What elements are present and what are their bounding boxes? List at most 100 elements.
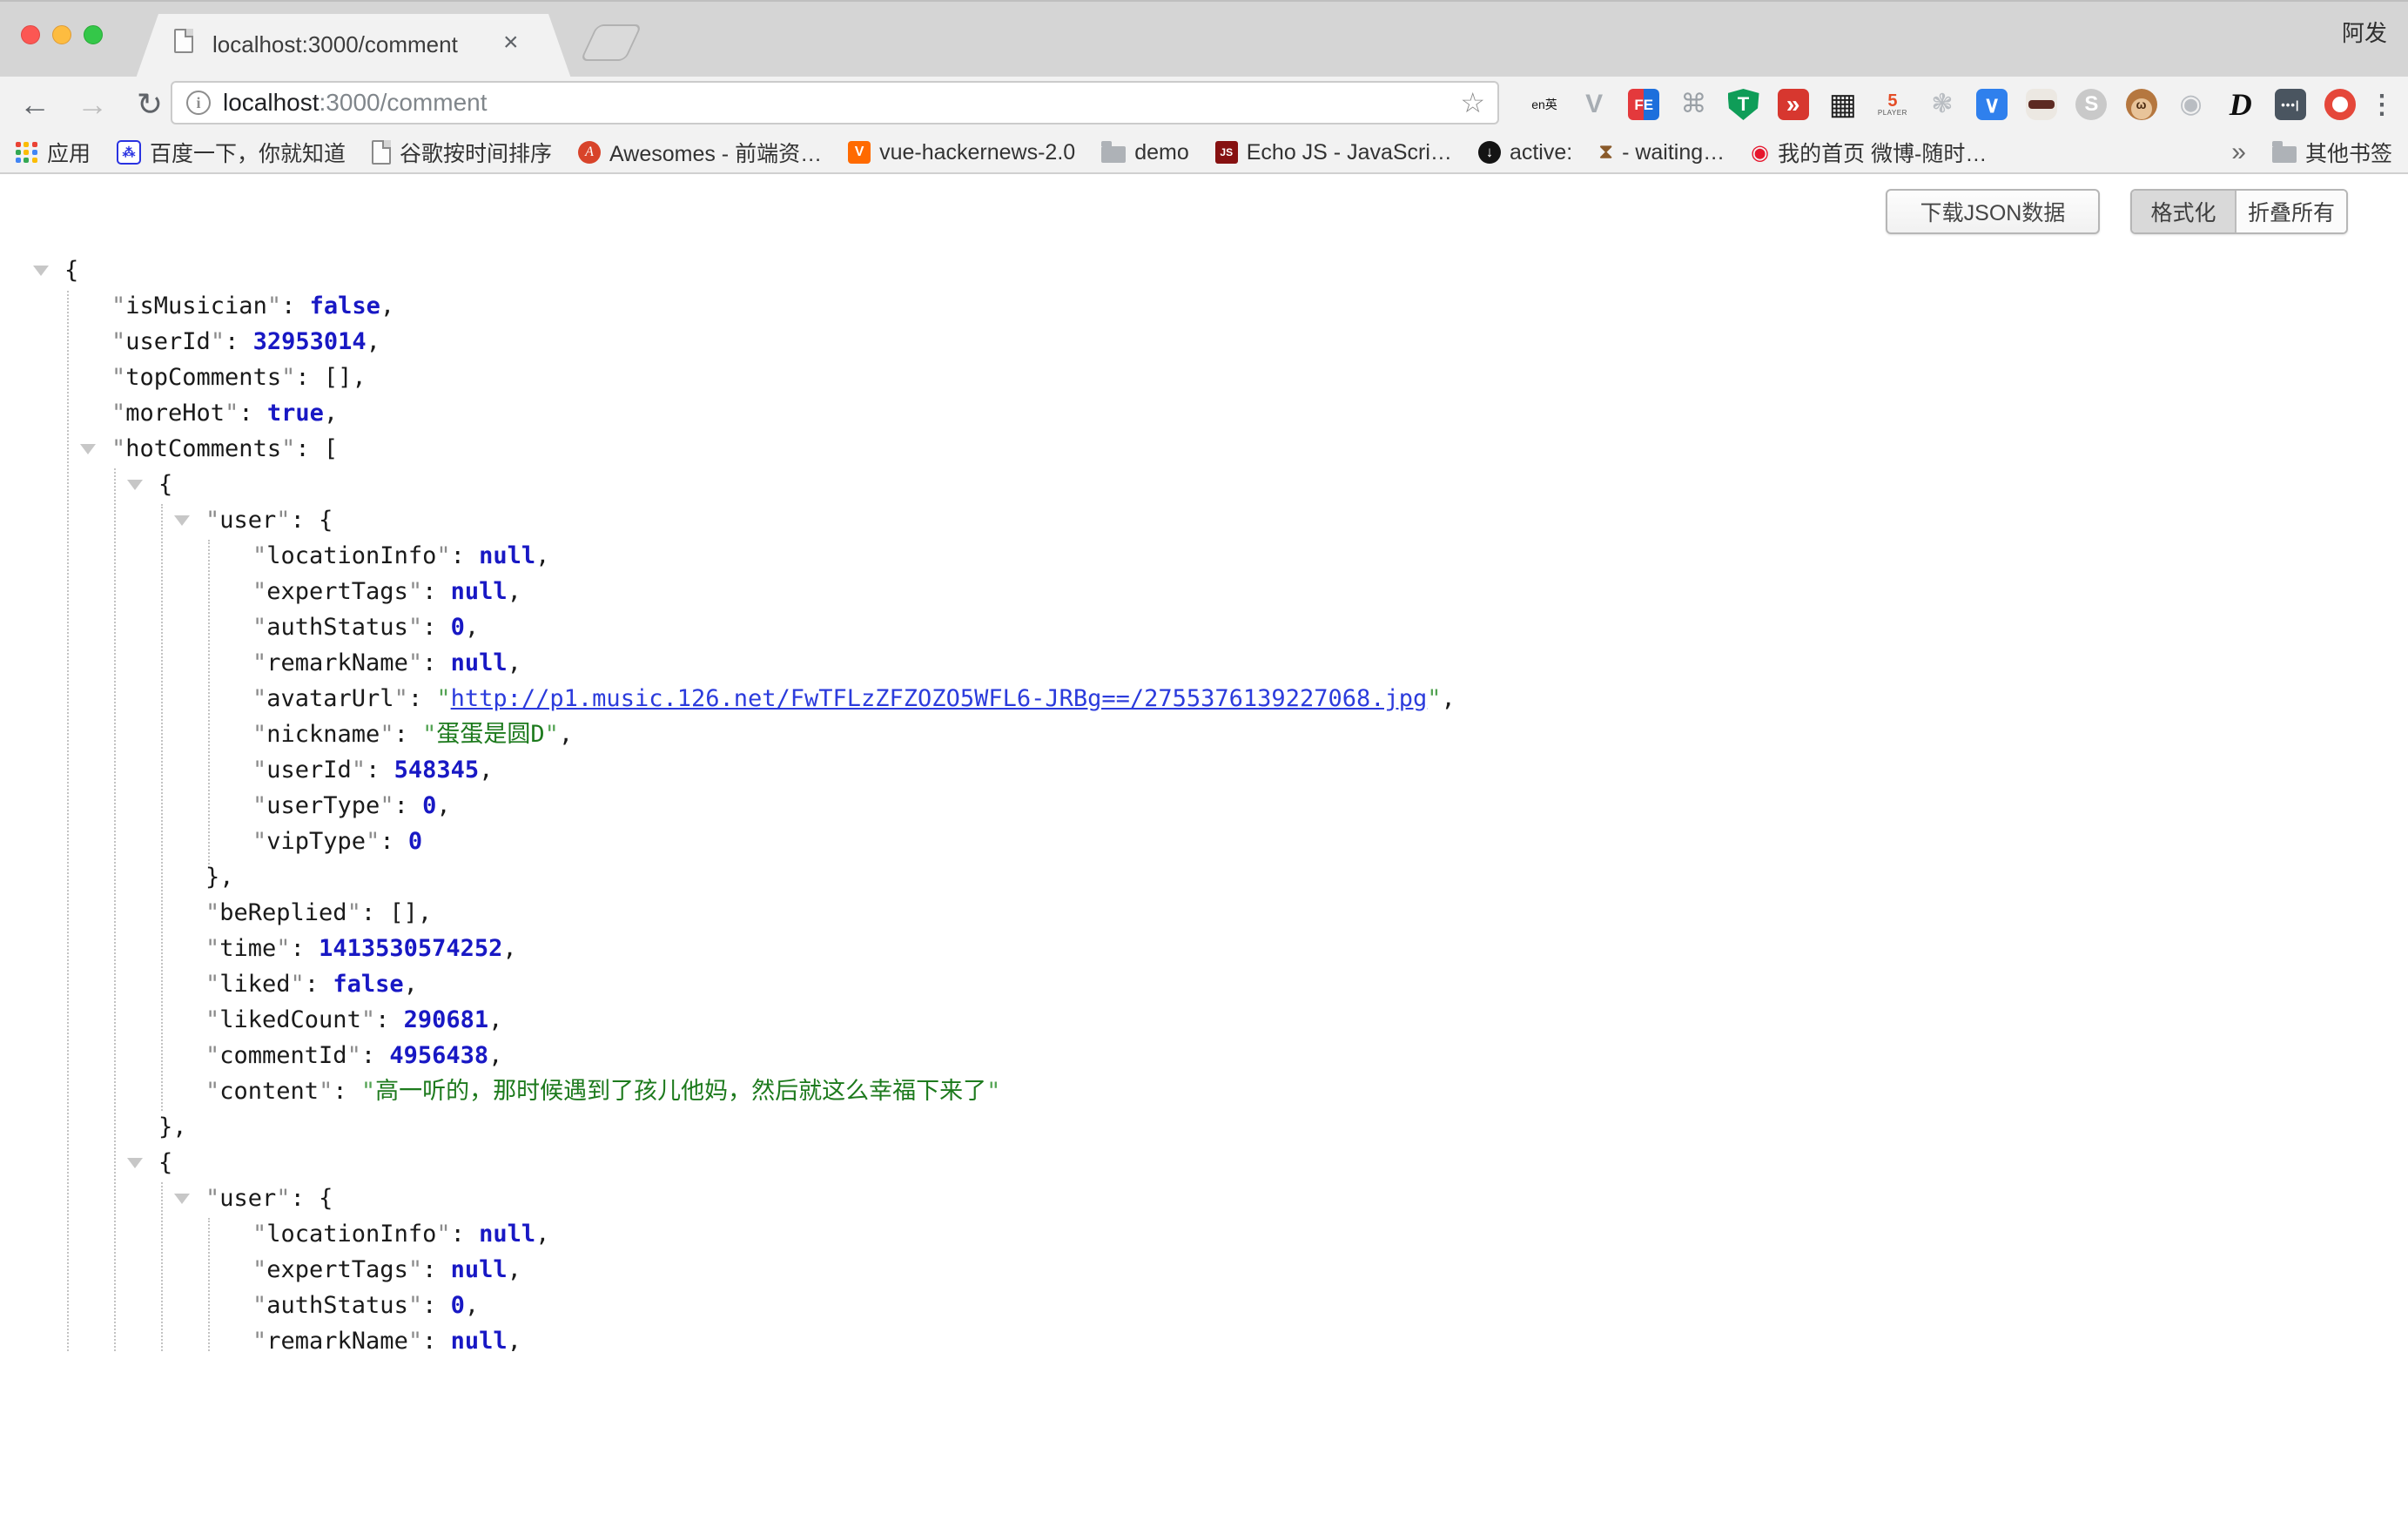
json-punctuation: : xyxy=(380,828,408,855)
json-line: "expertTags": null, xyxy=(0,1252,2408,1288)
json-punctuation: : xyxy=(422,1292,451,1319)
json-punctuation: , xyxy=(324,400,338,427)
json-punctuation: : xyxy=(394,792,423,819)
json-punctuation: : xyxy=(422,578,451,605)
json-value: false xyxy=(310,293,380,320)
profile-name[interactable]: 阿发 xyxy=(2342,16,2387,48)
json-key: likedCount xyxy=(219,1006,361,1033)
json-punctuation: : xyxy=(375,1006,404,1033)
json-link[interactable]: http://p1.music.126.net/FwTFLzZFZOZO5WFL… xyxy=(451,685,1428,712)
json-punctuation: : xyxy=(451,542,480,569)
json-punctuation: , xyxy=(488,1006,502,1033)
json-key: liked xyxy=(219,971,290,998)
json-key: user xyxy=(219,1185,276,1212)
json-punctuation: , xyxy=(488,1042,502,1069)
json-value: 1413530574252 xyxy=(319,935,502,962)
json-punctuation: , xyxy=(508,1328,521,1351)
json-key: topComments xyxy=(125,364,281,391)
collapse-arrow-icon[interactable] xyxy=(33,266,49,276)
json-punctuation: : [], xyxy=(295,364,366,391)
json-key: remarkName xyxy=(266,649,408,676)
json-punctuation: : xyxy=(291,935,319,962)
json-punctuation: : xyxy=(422,649,451,676)
json-line: "hotComments": [ xyxy=(0,431,2408,467)
json-punctuation: , xyxy=(1442,685,1456,712)
collapse-arrow-icon[interactable] xyxy=(127,1158,143,1168)
json-line: "authStatus": 0, xyxy=(0,609,2408,645)
json-key: authStatus xyxy=(266,1292,408,1319)
json-line: "remarkName": null, xyxy=(0,645,2408,681)
json-punctuation: : xyxy=(305,971,333,998)
json-punctuation: : xyxy=(239,400,267,427)
json-punctuation: , xyxy=(535,542,549,569)
json-line: "moreHot": true, xyxy=(0,395,2408,431)
json-value: null xyxy=(451,1256,508,1283)
new-tab-button[interactable] xyxy=(580,24,642,61)
minimize-window-button[interactable] xyxy=(52,25,71,44)
json-punctuation: , xyxy=(465,1292,479,1319)
collapse-arrow-icon[interactable] xyxy=(174,1194,190,1204)
json-value: 32953014 xyxy=(253,328,367,355)
json-line: { xyxy=(0,252,2408,288)
json-line: "locationInfo": null, xyxy=(0,1216,2408,1252)
json-punctuation: : xyxy=(422,614,451,641)
json-punctuation: : [], xyxy=(361,899,432,926)
json-line: "liked": false, xyxy=(0,966,2408,1002)
json-line: "userType": 0, xyxy=(0,788,2408,824)
json-value: null xyxy=(451,649,508,676)
collapse-arrow-icon[interactable] xyxy=(127,480,143,490)
json-key: locationInfo xyxy=(266,542,436,569)
json-punctuation: { xyxy=(64,257,78,284)
json-value: null xyxy=(479,542,535,569)
close-window-button[interactable] xyxy=(21,25,40,44)
json-value: 548345 xyxy=(394,757,480,784)
json-punctuation: , xyxy=(436,792,450,819)
json-value: 0 xyxy=(451,614,465,641)
json-punctuation: : [ xyxy=(295,435,338,462)
json-punctuation: }, xyxy=(205,864,234,891)
json-punctuation: , xyxy=(508,1256,521,1283)
json-key: nickname xyxy=(266,721,380,748)
json-punctuation: : xyxy=(366,757,394,784)
fullscreen-window-button[interactable] xyxy=(84,25,103,44)
json-punctuation: , xyxy=(465,614,479,641)
json-key: time xyxy=(219,935,276,962)
json-key: remarkName xyxy=(266,1328,408,1351)
collapse-arrow-icon[interactable] xyxy=(174,515,190,526)
json-value: 290681 xyxy=(404,1006,489,1033)
json-value: null xyxy=(451,578,508,605)
json-punctuation: , xyxy=(502,935,516,962)
json-punctuation: { xyxy=(158,471,172,498)
json-line: { xyxy=(0,1145,2408,1181)
json-punctuation: , xyxy=(535,1221,549,1248)
json-line: "user": { xyxy=(0,502,2408,538)
collapse-arrow-icon[interactable] xyxy=(80,444,96,454)
json-line: }, xyxy=(0,859,2408,895)
json-line: "user": { xyxy=(0,1181,2408,1216)
json-key: userType xyxy=(266,792,380,819)
json-key: commentId xyxy=(219,1042,346,1069)
json-punctuation: : xyxy=(451,1221,480,1248)
json-key: avatarUrl xyxy=(266,685,393,712)
tab-title: localhost:3000/comment xyxy=(212,31,458,58)
json-punctuation: , xyxy=(508,578,521,605)
json-line: { xyxy=(0,467,2408,502)
tab-favicon-icon xyxy=(174,29,193,53)
json-line: "avatarUrl": "http://p1.music.126.net/Fw… xyxy=(0,681,2408,716)
json-key: userId xyxy=(266,757,352,784)
json-key: content xyxy=(219,1078,319,1105)
json-line: "remarkName": null, xyxy=(0,1323,2408,1351)
json-punctuation: : xyxy=(422,1256,451,1283)
json-line: "authStatus": 0, xyxy=(0,1288,2408,1323)
json-string: 高一听的，那时候遇到了孩儿他妈，然后就这么幸福下来了 xyxy=(375,1078,986,1105)
json-line: "userId": 548345, xyxy=(0,752,2408,788)
json-value: null xyxy=(451,1328,508,1351)
json-key: vipType xyxy=(266,828,366,855)
json-key: authStatus xyxy=(266,614,408,641)
json-value: true xyxy=(267,400,324,427)
json-line: "expertTags": null, xyxy=(0,574,2408,609)
json-line: "nickname": "蛋蛋是圆D", xyxy=(0,716,2408,752)
json-string: 蛋蛋是圆D xyxy=(436,721,544,748)
json-value: null xyxy=(479,1221,535,1248)
tab-close-icon[interactable]: × xyxy=(503,30,519,56)
